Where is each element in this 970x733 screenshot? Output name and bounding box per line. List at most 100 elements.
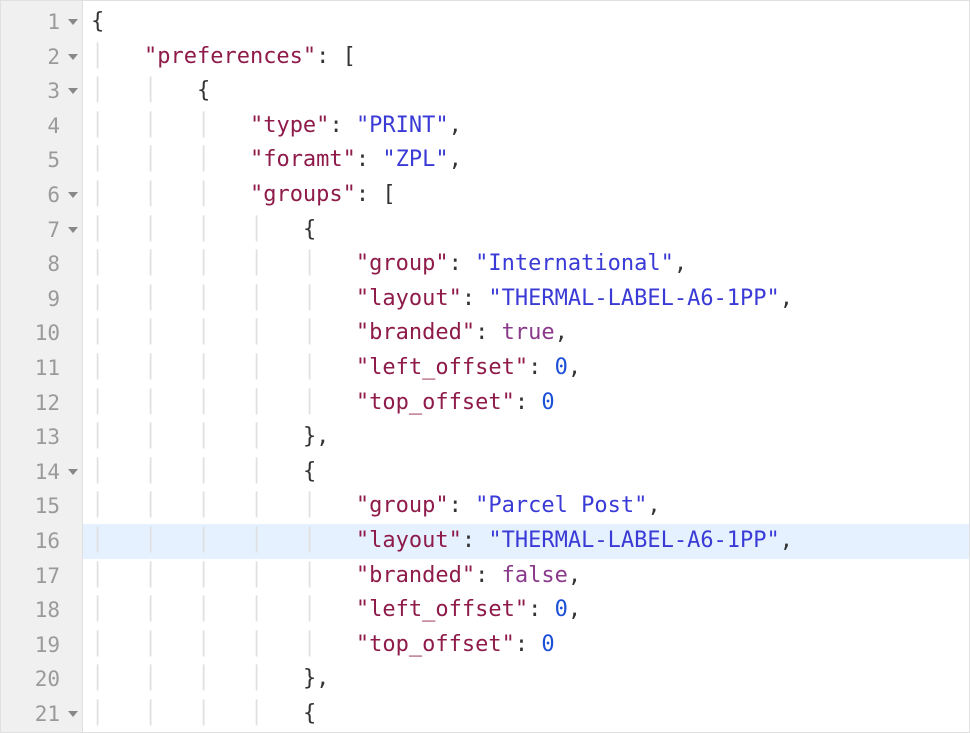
- token-str: "International": [475, 251, 674, 276]
- token-guide: │: [144, 666, 197, 691]
- code-line[interactable]: │ │ │ │ │ "layout": "THERMAL-LABEL-A6-1P…: [83, 282, 969, 317]
- gutter-line[interactable]: 1: [1, 5, 82, 40]
- gutter-line[interactable]: 8: [1, 247, 82, 282]
- fold-toggle-icon[interactable]: [68, 192, 78, 198]
- code-line[interactable]: │ │ │ │ {: [83, 455, 969, 490]
- token-guide: │: [303, 528, 356, 553]
- token-punc: {: [303, 459, 316, 484]
- token-guide: │: [91, 355, 144, 380]
- code-line[interactable]: │ │ │ "type": "PRINT",: [83, 109, 969, 144]
- code-line[interactable]: │ │ │ │ {: [83, 697, 969, 732]
- token-num: 0: [555, 355, 568, 380]
- gutter-line[interactable]: 19: [1, 628, 82, 663]
- code-line[interactable]: │ │ │ │ },: [83, 662, 969, 697]
- gutter-line[interactable]: 14: [1, 455, 82, 490]
- token-guide: │: [144, 701, 197, 726]
- token-guide: │: [197, 355, 250, 380]
- code-line[interactable]: │ │ {: [83, 74, 969, 109]
- line-number: 18: [35, 598, 60, 622]
- line-number: 5: [47, 148, 60, 172]
- fold-toggle-icon[interactable]: [68, 469, 78, 475]
- code-line[interactable]: │ │ │ │ │ "top_offset": 0: [83, 386, 969, 421]
- gutter-line[interactable]: 4: [1, 109, 82, 144]
- token-key: "left_offset": [356, 355, 528, 380]
- gutter-line[interactable]: 17: [1, 559, 82, 594]
- code-line[interactable]: │ │ │ │ │ "left_offset": 0,: [83, 351, 969, 386]
- token-guide: │: [250, 597, 303, 622]
- token-guide: │: [91, 147, 144, 172]
- token-key: "left_offset": [356, 597, 528, 622]
- gutter-line[interactable]: 10: [1, 316, 82, 351]
- gutter-line[interactable]: 9: [1, 282, 82, 317]
- gutter-line[interactable]: 16: [1, 524, 82, 559]
- code-line[interactable]: │ "preferences": [: [83, 40, 969, 75]
- code-line[interactable]: {: [83, 5, 969, 40]
- gutter-line[interactable]: 7: [1, 213, 82, 248]
- code-line[interactable]: │ │ │ │ │ "group": "International",: [83, 247, 969, 282]
- gutter-line[interactable]: 5: [1, 143, 82, 178]
- line-number: 4: [47, 114, 60, 138]
- fold-toggle-icon[interactable]: [68, 227, 78, 233]
- token-punc: ,: [555, 320, 568, 345]
- token-guide: │: [144, 390, 197, 415]
- code-line[interactable]: │ │ │ │ │ "group": "Parcel Post",: [83, 489, 969, 524]
- fold-toggle-icon[interactable]: [68, 54, 78, 60]
- fold-toggle-icon[interactable]: [68, 19, 78, 25]
- gutter-line[interactable]: 12: [1, 386, 82, 421]
- token-str: "THERMAL-LABEL-A6-1PP": [488, 286, 779, 311]
- code-line[interactable]: │ │ │ │ │ "top_offset": 0: [83, 628, 969, 663]
- gutter-line[interactable]: 15: [1, 489, 82, 524]
- code-line[interactable]: │ │ │ │ {: [83, 213, 969, 248]
- token-punc: {: [303, 217, 316, 242]
- token-guide: │: [144, 147, 197, 172]
- token-guide: │: [197, 563, 250, 588]
- line-number: 15: [35, 494, 60, 518]
- gutter-line[interactable]: 13: [1, 420, 82, 455]
- token-str: "ZPL": [382, 147, 448, 172]
- token-guide: │: [91, 563, 144, 588]
- code-line[interactable]: │ │ │ │ },: [83, 420, 969, 455]
- gutter-line[interactable]: 3: [1, 74, 82, 109]
- fold-toggle-icon[interactable]: [68, 711, 78, 717]
- token-num: 0: [555, 597, 568, 622]
- token-guide: │: [91, 78, 144, 103]
- token-guide: │: [91, 390, 144, 415]
- gutter-line[interactable]: 2: [1, 40, 82, 75]
- token-guide: │: [197, 493, 250, 518]
- token-guide: │: [91, 666, 144, 691]
- token-punc: :: [475, 563, 502, 588]
- gutter-line[interactable]: 6: [1, 178, 82, 213]
- token-guide: │: [144, 286, 197, 311]
- token-guide: │: [91, 113, 144, 138]
- gutter-line[interactable]: 18: [1, 593, 82, 628]
- token-str: "Parcel Post": [475, 493, 647, 518]
- token-guide: │: [144, 78, 197, 103]
- code-line[interactable]: │ │ │ │ │ "branded": false,: [83, 559, 969, 594]
- line-number: 10: [35, 321, 60, 345]
- code-line[interactable]: │ │ │ "foramt": "ZPL",: [83, 143, 969, 178]
- token-guide: │: [91, 597, 144, 622]
- line-number: 8: [47, 252, 60, 276]
- token-guide: │: [144, 459, 197, 484]
- token-punc: {: [91, 9, 104, 34]
- code-line[interactable]: │ │ │ │ │ "branded": true,: [83, 316, 969, 351]
- code-line[interactable]: │ │ │ │ │ "left_offset": 0,: [83, 593, 969, 628]
- line-number: 20: [35, 667, 60, 691]
- token-guide: │: [91, 701, 144, 726]
- fold-toggle-icon[interactable]: [68, 88, 78, 94]
- code-area[interactable]: {│ "preferences": [│ │ {│ │ │ "type": "P…: [83, 1, 969, 732]
- code-line[interactable]: │ │ │ │ │ "layout": "THERMAL-LABEL-A6-1P…: [83, 524, 969, 559]
- token-guide: │: [197, 320, 250, 345]
- token-key: "top_offset": [356, 390, 515, 415]
- gutter-line[interactable]: 21: [1, 697, 82, 732]
- token-guide: │: [250, 528, 303, 553]
- token-punc: ,: [449, 147, 462, 172]
- token-key: "branded": [356, 563, 475, 588]
- token-guide: │: [303, 597, 356, 622]
- code-editor[interactable]: 123456789101112131415161718192021 {│ "pr…: [0, 0, 970, 733]
- gutter-line[interactable]: 11: [1, 351, 82, 386]
- token-guide: │: [144, 597, 197, 622]
- gutter-line[interactable]: 20: [1, 662, 82, 697]
- code-line[interactable]: │ │ │ "groups": [: [83, 178, 969, 213]
- token-guide: │: [303, 355, 356, 380]
